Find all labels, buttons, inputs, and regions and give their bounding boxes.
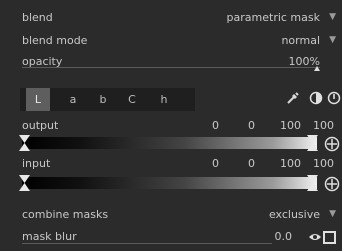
input-label: input [22,157,51,170]
mask-blur-value: 0.0 [274,230,293,243]
blend-mode-value[interactable]: normal [281,34,320,47]
combine-masks-label: combine masks [22,208,109,221]
combine-masks-value[interactable]: exclusive [269,208,320,221]
display-mask-square-icon[interactable] [323,231,336,244]
opacity-slider-handle[interactable] [314,66,320,71]
tab-b[interactable]: b [92,88,114,111]
output-value-2: 0 [248,119,255,132]
mask-blur-slider[interactable]: mask blur 0.0 [0,227,342,247]
channel-tab-bar: L a b C h [20,88,195,111]
input-picker-plus-icon[interactable] [324,176,340,192]
output-high-handle[interactable] [307,135,318,151]
blend-mode-row[interactable]: blend mode normal ▼ [0,31,342,51]
input-value-3: 100 [280,157,301,170]
tab-a[interactable]: a [62,88,84,111]
mask-blur-slider-track[interactable] [22,243,272,244]
show-mask-eye-icon[interactable] [308,232,322,242]
output-low-handle[interactable] [19,135,30,151]
input-value-1: 0 [212,157,219,170]
blend-value[interactable]: parametric mask [227,11,320,24]
blend-dropdown-arrow-icon[interactable]: ▼ [329,12,336,22]
reset-icon[interactable] [327,91,341,105]
input-low-handle[interactable] [19,175,30,191]
tab-L[interactable]: L [26,88,50,111]
output-gradient-slider[interactable] [22,137,317,149]
picker-icon[interactable] [286,91,300,105]
output-value-3: 100 [280,119,301,132]
blend-mode-label: blend mode [22,34,88,47]
output-value-4: 100 [313,119,334,132]
combine-masks-row[interactable]: combine masks exclusive ▼ [0,205,342,225]
blend-row[interactable]: blend parametric mask ▼ [0,8,342,28]
input-gradient-slider[interactable] [22,177,317,189]
opacity-slider[interactable]: opacity 100% [0,52,342,72]
input-value-2: 0 [248,157,255,170]
input-value-4: 100 [313,157,334,170]
tab-h[interactable]: h [153,88,175,111]
output-value-1: 0 [212,119,219,132]
opacity-slider-track[interactable] [22,67,320,68]
invert-polarity-icon[interactable] [309,91,323,105]
mask-blur-label: mask blur [22,230,77,243]
tab-C[interactable]: C [121,88,143,111]
output-label: output [22,119,59,132]
blend-mode-dropdown-arrow-icon[interactable]: ▼ [329,35,336,45]
input-high-handle[interactable] [307,175,318,191]
blend-label: blend [22,11,53,24]
combine-masks-dropdown-arrow-icon[interactable]: ▼ [329,209,336,219]
output-picker-plus-icon[interactable] [324,136,340,152]
